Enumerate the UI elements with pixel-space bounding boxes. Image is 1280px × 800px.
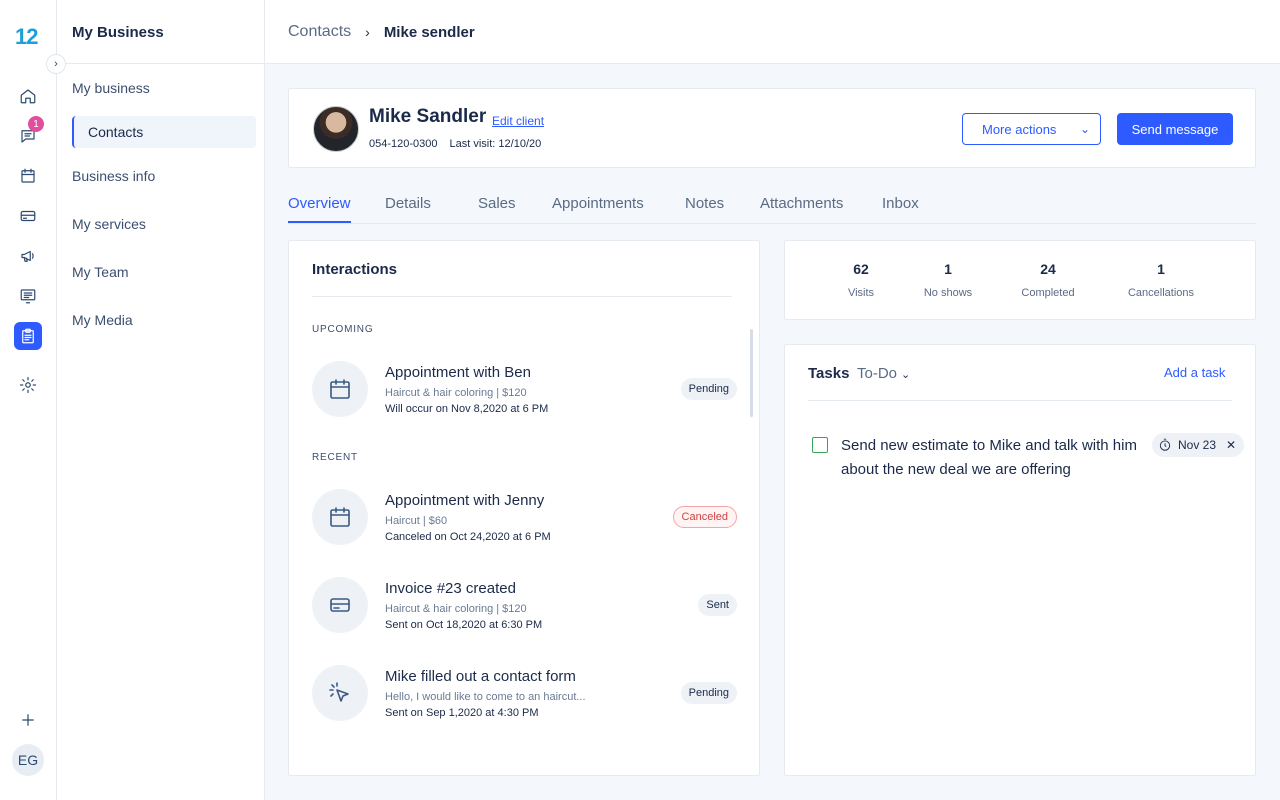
sidebar-item-my-services[interactable]: My services xyxy=(72,216,146,232)
stat-label: Completed xyxy=(1021,287,1075,299)
client-avatar xyxy=(313,106,359,152)
interaction-title: Invoice #23 created xyxy=(385,580,516,597)
interaction-item[interactable]: Appointment with Ben Haircut & hair colo… xyxy=(312,361,737,421)
credit-card-icon[interactable] xyxy=(14,202,42,230)
tab-attachments[interactable]: Attachments xyxy=(760,195,843,212)
interactions-scrollbar[interactable] xyxy=(750,329,753,417)
tab-sales[interactable]: Sales xyxy=(478,195,516,212)
presentation-icon[interactable] xyxy=(14,282,42,310)
icon-rail: 12 1 EG xyxy=(0,0,57,800)
user-avatar[interactable]: EG xyxy=(12,744,44,776)
stat-cancellations: 1 Cancellations xyxy=(1106,261,1216,299)
stats-panel: 62 Visits 1 No shows 24 Completed 1 Canc… xyxy=(784,240,1256,320)
interactions-title: Interactions xyxy=(312,261,398,278)
status-badge: Canceled xyxy=(672,506,737,528)
tab-details[interactable]: Details xyxy=(385,195,431,212)
tab-notes[interactable]: Notes xyxy=(685,195,724,212)
megaphone-icon[interactable] xyxy=(14,242,42,270)
tasks-panel: Tasks To-Do ⌄ Add a task Send new estimat… xyxy=(784,344,1256,776)
sidebar-item-business-info[interactable]: Business info xyxy=(72,168,155,184)
stat-value: 24 xyxy=(1040,261,1056,277)
settings-gear-icon[interactable] xyxy=(14,371,42,399)
interaction-item[interactable]: Appointment with Jenny Haircut | $60 Can… xyxy=(312,489,737,549)
messages-icon[interactable]: 1 xyxy=(14,116,44,150)
client-header-card: Mike Sandler Edit client 054-120-0300 La… xyxy=(288,88,1256,168)
sidebar-item-my-team[interactable]: My Team xyxy=(72,264,129,280)
interaction-subtitle: Hello, I would like to come to an haircu… xyxy=(385,691,586,703)
stat-completed: 24 Completed xyxy=(993,261,1103,299)
task-due-date: Nov 23 xyxy=(1178,438,1217,452)
stopwatch-icon xyxy=(1159,438,1171,451)
divider xyxy=(312,296,732,297)
interaction-time: Sent on Oct 18,2020 at 6:30 PM xyxy=(385,619,543,631)
client-tabs: Overview Details Sales Appointments Note… xyxy=(288,188,1256,224)
breadcrumb-parent[interactable]: Contacts xyxy=(288,23,351,41)
credit-card-icon xyxy=(312,577,368,633)
interaction-time: Will occur on Nov 8,2020 at 6 PM xyxy=(385,403,549,415)
cursor-click-icon xyxy=(312,665,368,721)
interaction-title: Appointment with Jenny xyxy=(385,492,545,509)
calendar-icon[interactable] xyxy=(14,162,42,190)
stat-label: Cancellations xyxy=(1127,287,1195,299)
send-message-button[interactable]: Send message xyxy=(1117,113,1233,145)
task-due-chip[interactable]: Nov 23 ✕ xyxy=(1152,433,1245,457)
messages-badge: 1 xyxy=(28,116,44,132)
sidebar-title: My Business xyxy=(57,0,264,64)
sidebar-item-contacts[interactable]: Contacts xyxy=(72,116,256,148)
client-last-visit: Last visit: 12/10/20 xyxy=(449,138,542,150)
calendar-icon xyxy=(312,361,368,417)
interaction-subtitle: Haircut & hair coloring | $120 xyxy=(385,603,527,615)
interactions-panel: Interactions UPCOMING Appointment with B… xyxy=(288,240,760,776)
interaction-time: Sent on Sep 1,2020 at 4:30 PM xyxy=(385,707,539,719)
app-logo[interactable]: 12 xyxy=(15,24,39,50)
breadcrumb: Contacts › Mike sendler xyxy=(288,23,475,41)
tab-overview[interactable]: Overview xyxy=(288,195,351,223)
client-name: Mike Sandler xyxy=(369,106,487,127)
interaction-subtitle: Haircut | $60 xyxy=(385,515,448,527)
home-icon[interactable] xyxy=(14,82,42,110)
chevron-down-icon: ⌄ xyxy=(901,369,911,381)
interaction-time: Canceled on Oct 24,2020 at 6 PM xyxy=(385,531,551,543)
divider xyxy=(808,400,1232,401)
tasks-filter-label: To-Do xyxy=(857,365,898,382)
client-meta: 054-120-0300 Last visit: 12/10/20 xyxy=(369,138,541,150)
breadcrumb-current: Mike sendler xyxy=(383,23,475,41)
chevron-down-icon: ⌄ xyxy=(1079,122,1090,136)
stat-label: No shows xyxy=(923,287,973,299)
recent-label: RECENT xyxy=(312,452,358,463)
close-icon[interactable]: ✕ xyxy=(1226,438,1236,452)
client-phone: 054-120-0300 xyxy=(369,138,438,150)
interaction-subtitle: Haircut & hair coloring | $120 xyxy=(385,387,527,399)
more-actions-dropdown[interactable]: More actions ⌄ xyxy=(962,113,1101,145)
header: Contacts › Mike sendler xyxy=(265,0,1280,64)
stat-no-shows: 1 No shows xyxy=(893,261,1003,299)
sidebar-collapse-chevron-icon[interactable]: › xyxy=(46,54,66,74)
interaction-title: Mike filled out a contact form xyxy=(385,668,576,685)
sidebar-item-my-media[interactable]: My Media xyxy=(72,312,133,328)
calendar-icon xyxy=(312,489,368,545)
tab-appointments[interactable]: Appointments xyxy=(552,195,644,212)
tab-inbox[interactable]: Inbox xyxy=(882,195,919,212)
stat-value: 1 xyxy=(1157,261,1165,277)
interaction-item[interactable]: Invoice #23 created Haircut & hair color… xyxy=(312,577,737,637)
status-badge: Pending xyxy=(680,378,737,400)
sidebar-item-my-business[interactable]: My business xyxy=(72,80,150,96)
interaction-title: Appointment with Ben xyxy=(385,364,531,381)
stat-value: 1 xyxy=(944,261,952,277)
task-checkbox[interactable] xyxy=(812,437,828,453)
tasks-filter-dropdown[interactable]: To-Do ⌄ xyxy=(857,365,910,382)
breadcrumb-chevron-icon: › xyxy=(365,24,370,40)
task-text: Send new estimate to Mike and talk with … xyxy=(841,437,1137,478)
status-badge: Pending xyxy=(680,682,737,704)
edit-client-link[interactable]: Edit client xyxy=(492,114,544,128)
interaction-item[interactable]: Mike filled out a contact form Hello, I … xyxy=(312,665,737,725)
business-sidebar: My Business › My business Contacts Busin… xyxy=(46,0,265,800)
add-plus-icon[interactable] xyxy=(14,706,42,734)
status-badge: Sent xyxy=(698,594,737,616)
add-task-link[interactable]: Add a task xyxy=(1164,365,1225,380)
clipboard-icon[interactable] xyxy=(14,322,42,350)
tasks-title: Tasks xyxy=(808,365,850,382)
more-actions-label: More actions xyxy=(982,121,1057,137)
upcoming-label: UPCOMING xyxy=(312,324,374,335)
